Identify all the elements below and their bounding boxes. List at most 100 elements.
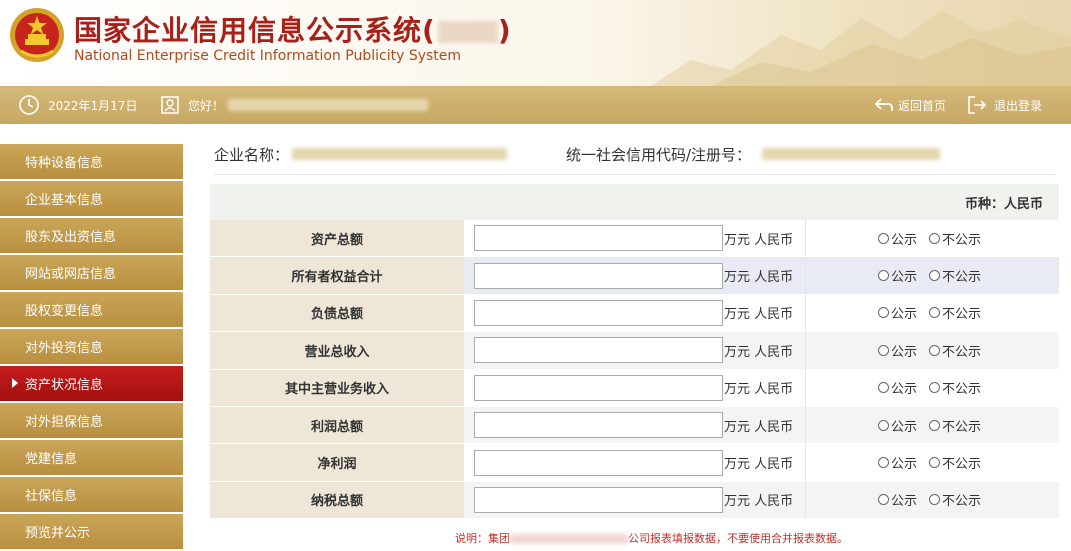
private-radio[interactable]: 不公示 xyxy=(929,453,981,472)
field-label: 其中主营业务收入 xyxy=(210,369,464,406)
date-text: 2022年1月17日 xyxy=(48,98,138,113)
redacted-region xyxy=(228,99,429,111)
sidebar-item[interactable]: 股权变更信息 xyxy=(0,292,183,327)
amount-input[interactable] xyxy=(474,449,723,476)
home-link-label: 返回首页 xyxy=(898,98,947,113)
sidebar-item[interactable]: 对外投资信息 xyxy=(0,329,183,364)
radio-circle-icon xyxy=(878,494,889,506)
sidebar-item-label: 社保信息 xyxy=(25,489,78,504)
unit-label: 万元 人民币 xyxy=(724,419,794,435)
public-radio-label: 公示 xyxy=(891,344,918,360)
private-radio-label: 不公示 xyxy=(942,382,982,398)
private-radio[interactable]: 不公示 xyxy=(929,378,981,397)
sidebar-item[interactable]: 预览并公示 xyxy=(0,514,183,549)
public-radio[interactable]: 公示 xyxy=(878,490,917,509)
public-radio[interactable]: 公示 xyxy=(878,416,917,435)
amount-input[interactable] xyxy=(474,412,723,439)
public-radio-label: 公示 xyxy=(891,307,918,323)
public-radio-label: 公示 xyxy=(891,232,918,248)
private-radio-label: 不公示 xyxy=(942,419,982,435)
private-radio[interactable]: 不公示 xyxy=(929,229,981,248)
unit-label: 万元 人民币 xyxy=(724,382,794,398)
field-content: 万元 人民币 公示 不公示 xyxy=(464,406,1059,444)
sidebar-item[interactable]: 企业基本信息 xyxy=(0,181,183,216)
field-label: 利润总额 xyxy=(210,406,464,444)
sidebar-item[interactable]: 党建信息 xyxy=(0,440,183,475)
public-radio-label: 公示 xyxy=(891,494,918,510)
amount-input[interactable] xyxy=(474,374,723,401)
site-title-end: ) xyxy=(497,14,512,47)
unit-label: 万元 人民币 xyxy=(724,494,794,510)
publicity-options: 公示 不公示 xyxy=(806,378,1059,397)
public-radio[interactable]: 公示 xyxy=(878,303,917,322)
sidebar-item[interactable]: 股东及出资信息 xyxy=(0,218,183,253)
sidebar-item-label: 党建信息 xyxy=(25,452,78,467)
amount-input[interactable] xyxy=(474,486,723,513)
currency-row: 币种：人民币 xyxy=(210,184,1059,220)
radio-circle-icon xyxy=(878,344,889,356)
logout-link-label: 退出登录 xyxy=(994,98,1043,113)
radio-circle-icon xyxy=(929,494,941,506)
sidebar-item-label: 预览并公示 xyxy=(25,526,91,541)
amount-input[interactable] xyxy=(474,225,723,252)
site-title-text: 国家企业信用信息公示系统( xyxy=(74,14,436,47)
mountain-decoration xyxy=(651,10,1071,86)
radio-circle-icon xyxy=(878,270,889,282)
user-card-icon xyxy=(161,96,179,114)
private-radio[interactable]: 不公示 xyxy=(929,416,981,435)
top-bar: 2022年1月17日 您好！ 返回首页 退出登录 xyxy=(0,86,1071,124)
site-header: 国家企业信用信息公示系统() National Enterprise Credi… xyxy=(0,0,1071,86)
radio-circle-icon xyxy=(878,419,889,431)
site-subtitle: National Enterprise Credit Information P… xyxy=(74,48,462,64)
private-radio[interactable]: 不公示 xyxy=(929,490,981,509)
sidebar-item-label: 资产状况信息 xyxy=(25,378,104,393)
amount-input[interactable] xyxy=(474,299,723,326)
credit-code-label: 统一社会信用代码/注册号： xyxy=(566,146,752,164)
field-label: 负债总额 xyxy=(210,294,464,332)
field-label: 纳税总额 xyxy=(210,481,464,519)
private-radio[interactable]: 不公示 xyxy=(929,266,981,285)
public-radio[interactable]: 公示 xyxy=(878,378,917,397)
home-link[interactable]: 返回首页 xyxy=(874,86,946,124)
form-row: 净利润 万元 人民币 公示 不公示 xyxy=(210,444,1059,482)
private-radio-label: 不公示 xyxy=(942,232,982,248)
active-arrow-icon xyxy=(12,378,18,388)
private-radio-label: 不公示 xyxy=(942,270,982,286)
unit-label: 万元 人民币 xyxy=(724,232,794,248)
publicity-options: 公示 不公示 xyxy=(806,453,1059,472)
sidebar-item[interactable]: 网站或网店信息 xyxy=(0,255,183,290)
redacted-region xyxy=(437,21,498,43)
publicity-options: 公示 不公示 xyxy=(806,229,1059,248)
public-radio[interactable]: 公示 xyxy=(878,453,917,472)
radio-circle-icon xyxy=(929,270,941,282)
private-radio[interactable]: 不公示 xyxy=(929,341,981,360)
form-row: 利润总额 万元 人民币 公示 不公示 xyxy=(210,406,1059,445)
unit-label: 万元 人民币 xyxy=(724,457,794,473)
sidebar: 特种设备信息企业基本信息 股东及出资信息 网站或网店信息 股权变更信息 对外投资信息资产… xyxy=(0,144,183,551)
sidebar-item[interactable]: 对外担保信息 xyxy=(0,403,183,438)
public-radio[interactable]: 公示 xyxy=(878,341,917,360)
radio-circle-icon xyxy=(929,232,941,244)
logout-link[interactable]: 退出登录 xyxy=(966,86,1042,124)
sidebar-item[interactable]: 社保信息 xyxy=(0,477,183,512)
note-text: 公司报表填报数据，不要使用合并报表数据。 xyxy=(628,532,848,545)
amount-input[interactable] xyxy=(474,337,723,364)
public-radio[interactable]: 公示 xyxy=(878,266,917,285)
sidebar-item[interactable]: 特种设备信息 xyxy=(0,144,183,179)
private-radio[interactable]: 不公示 xyxy=(929,303,981,322)
form-row: 其中主营业务收入 万元 人民币 公示 不公示 xyxy=(210,369,1059,407)
radio-circle-icon xyxy=(878,457,889,469)
sidebar-item[interactable]: 资产状况信息 xyxy=(0,366,183,401)
field-label: 净利润 xyxy=(210,444,464,481)
sidebar-item-label: 特种设备信息 xyxy=(25,156,104,171)
form-rows: 资产总额 万元 人民币 公示 不公示 所有者权益合计 万元 人民币 公示 不公示 负债总额 万元 … xyxy=(210,220,1059,520)
return-arrow-icon xyxy=(874,98,893,111)
radio-circle-icon xyxy=(929,344,941,356)
amount-input[interactable] xyxy=(474,262,723,289)
field-content: 万元 人民币 公示 不公示 xyxy=(464,444,1059,481)
public-radio-label: 公示 xyxy=(891,457,918,473)
form-row: 纳税总额 万元 人民币 公示 不公示 xyxy=(210,481,1059,520)
public-radio[interactable]: 公示 xyxy=(878,229,917,248)
form-row: 资产总额 万元 人民币 公示 不公示 xyxy=(210,220,1059,258)
user-greeting: 您好！ xyxy=(160,86,429,124)
